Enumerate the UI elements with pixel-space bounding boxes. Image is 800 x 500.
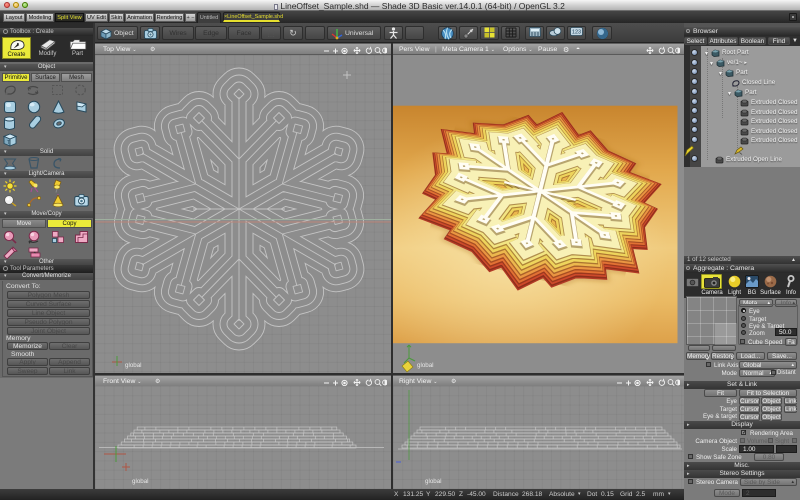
svg-text:global: global [132,478,149,485]
svg-text:123: 123 [572,30,581,36]
svg-text:global: global [417,362,434,369]
svg-text:T: T [7,140,10,146]
svg-text:global: global [125,362,142,369]
svg-text:global: global [425,478,442,485]
